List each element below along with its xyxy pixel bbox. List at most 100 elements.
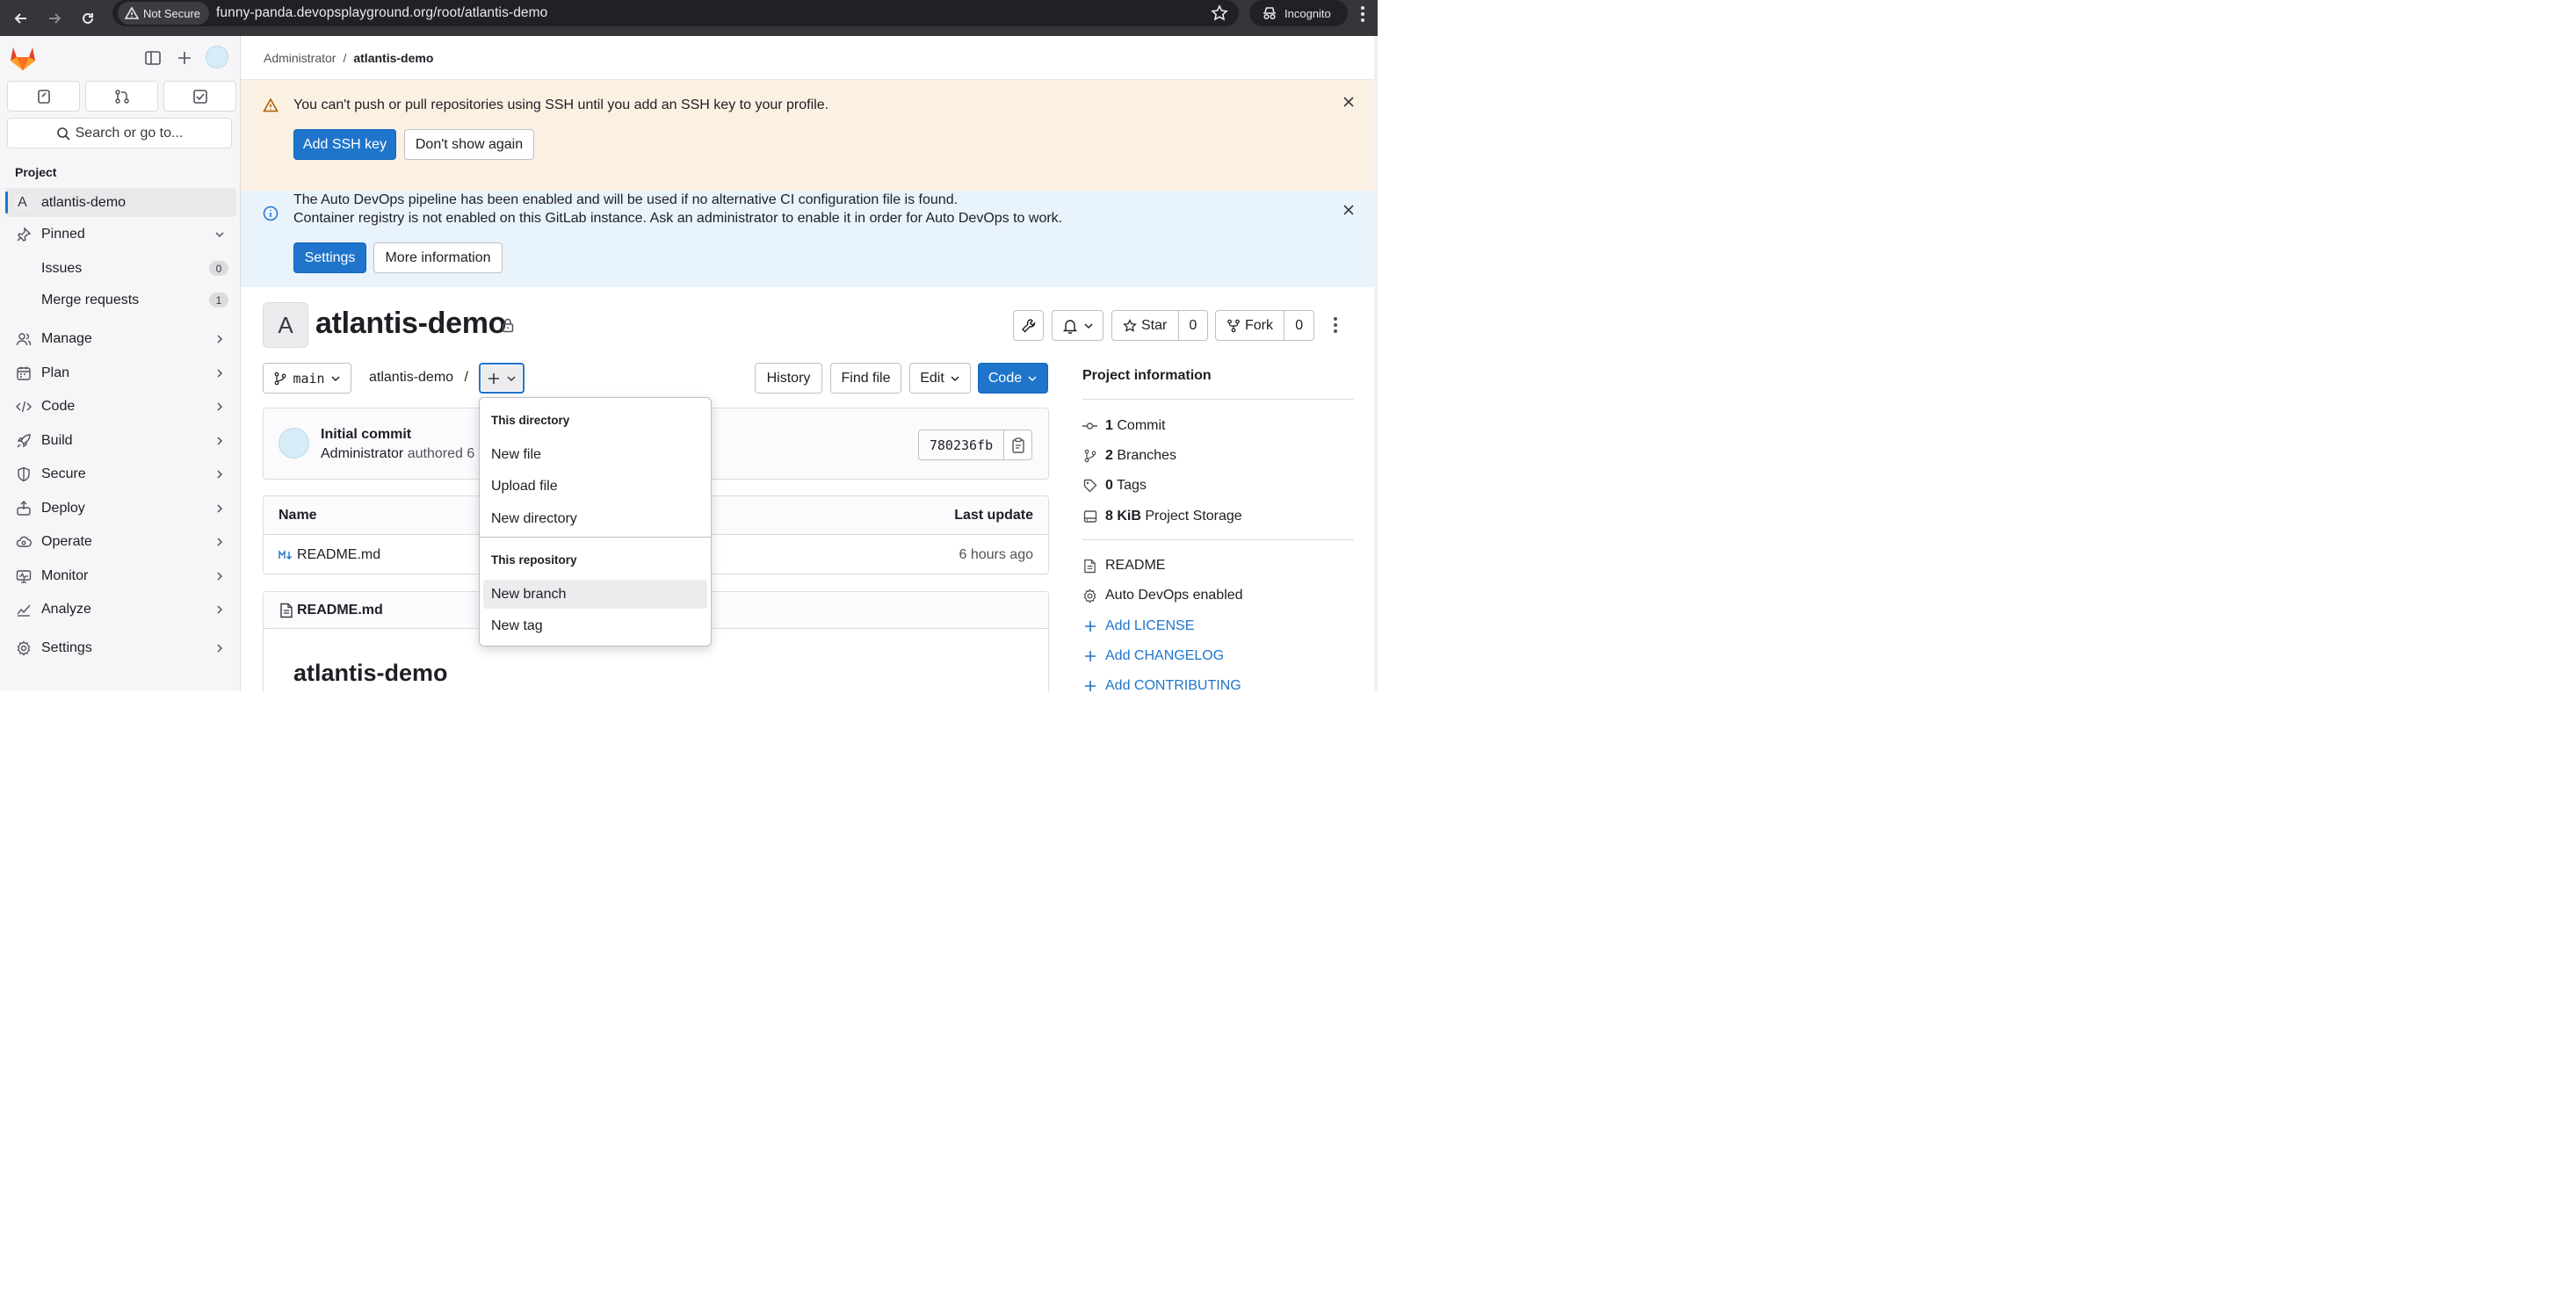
fork-count[interactable]: 0 (1284, 311, 1313, 340)
find-file-button[interactable]: Find file (830, 363, 901, 394)
forward-button[interactable] (40, 4, 69, 33)
auto-devops-alert: The Auto DevOps pipeline has been enable… (241, 191, 1374, 287)
incognito-icon (1263, 7, 1276, 20)
close-icon[interactable] (1342, 204, 1355, 216)
commit-icon (1082, 421, 1097, 431)
tags-link[interactable]: 0 Tags (1082, 478, 1147, 494)
add-license-link[interactable]: Add LICENSE (1082, 618, 1194, 634)
fork-action[interactable]: Fork (1216, 318, 1284, 334)
dropdown-group-title: This directory (491, 414, 570, 427)
code-dropdown-button[interactable]: Code (978, 363, 1048, 394)
file-last-update: 6 hours ago (959, 547, 1033, 562)
branches-link[interactable]: 2 Branches (1082, 448, 1176, 464)
issues-icon (37, 89, 50, 104)
sidebar-item-issues[interactable]: Issues 0 (5, 254, 236, 283)
dont-show-again-button[interactable]: Don't show again (404, 129, 534, 160)
sidebar-header (0, 36, 240, 80)
bell-icon (1062, 319, 1077, 334)
chevron-right-icon (213, 536, 226, 548)
back-button[interactable] (7, 4, 35, 33)
repo-path: atlantis-demo / (369, 370, 468, 386)
sidebar-toggle-icon[interactable] (144, 49, 162, 67)
commit-authored-text: authored 6 (407, 446, 475, 461)
chevron-down-icon (1028, 375, 1037, 381)
star-action[interactable]: Star (1112, 318, 1178, 334)
sidebar-item-manage[interactable]: Manage (5, 324, 236, 353)
sidebar-item-settings[interactable]: Settings (5, 633, 236, 662)
sidebar-item-label: Deploy (41, 500, 85, 516)
admin-wrench-button[interactable] (1013, 310, 1044, 341)
bookmark-star-icon[interactable] (1211, 4, 1228, 22)
repo-path-separator: / (464, 370, 468, 385)
monitor-icon (16, 568, 32, 584)
add-ssh-key-button[interactable]: Add SSH key (293, 129, 396, 160)
add-contributing-link[interactable]: Add CONTRIBUTING (1082, 678, 1241, 691)
project-avatar: A (263, 302, 308, 348)
breadcrumb-parent-link[interactable]: Administrator (264, 51, 336, 65)
sidebar-item-build[interactable]: Build (5, 426, 236, 455)
upload-file-menu-item[interactable]: Upload file (483, 472, 707, 501)
new-directory-menu-item[interactable]: New directory (483, 504, 707, 533)
gitlab-logo-icon[interactable] (9, 45, 37, 71)
merge-requests-button[interactable] (85, 81, 158, 112)
tags-label: Tags (1117, 478, 1147, 493)
commit-title-link[interactable]: Initial commit (321, 427, 411, 443)
new-file-menu-item[interactable]: New file (483, 440, 707, 469)
search-button[interactable]: Search or go to... (7, 118, 232, 148)
auto-devops-link[interactable]: Auto DevOps enabled (1082, 588, 1243, 603)
todos-button[interactable] (163, 81, 236, 112)
reload-button[interactable] (74, 4, 102, 33)
close-icon[interactable] (1342, 96, 1355, 108)
create-new-icon[interactable] (176, 49, 193, 67)
new-branch-menu-item[interactable]: New branch (483, 580, 707, 609)
edit-dropdown-button[interactable]: Edit (909, 363, 971, 394)
sidebar-item-code[interactable]: Code (5, 392, 236, 421)
copy-sha-button[interactable] (1003, 430, 1031, 459)
user-avatar[interactable] (206, 46, 228, 69)
sidebar-item-analyze[interactable]: Analyze (5, 595, 236, 624)
address-bar[interactable]: Not Secure funny-panda.devopsplayground.… (112, 0, 1239, 26)
sidebar-item-deploy[interactable]: Deploy (5, 494, 236, 523)
reload-icon (83, 12, 93, 24)
security-indicator[interactable]: Not Secure (118, 2, 210, 25)
storage-link[interactable]: 8 KiB Project Storage (1082, 509, 1242, 524)
sidebar-item-pinned[interactable]: Pinned (5, 220, 236, 249)
commits-link[interactable]: 1 Commit (1082, 418, 1165, 434)
more-actions-icon[interactable] (1328, 315, 1342, 335)
incognito-badge[interactable]: Incognito (1249, 0, 1348, 26)
commit-sha-link[interactable]: 780236fb (919, 430, 1003, 459)
users-icon (16, 331, 32, 347)
sidebar-project-name: atlantis-demo (41, 194, 127, 210)
sidebar-project-item[interactable]: A atlantis-demo (5, 188, 236, 217)
repo-path-root-link[interactable]: atlantis-demo (369, 370, 453, 385)
file-icon (1082, 559, 1097, 574)
sidebar-item-plan[interactable]: Plan (5, 358, 236, 387)
star-count[interactable]: 0 (1177, 311, 1207, 340)
sidebar-item-merge-requests[interactable]: Merge requests 1 (5, 285, 236, 314)
new-tag-menu-item[interactable]: New tag (483, 611, 707, 640)
branch-selector[interactable]: main (263, 363, 351, 394)
scrollbar[interactable] (1374, 36, 1378, 691)
readme-filename-link[interactable]: README.md (297, 603, 383, 618)
star-button[interactable]: Star 0 (1111, 310, 1208, 341)
file-name-link[interactable]: README.md (297, 547, 380, 563)
branch-icon (275, 372, 286, 385)
add-to-tree-dropdown-button[interactable] (479, 363, 525, 394)
more-information-button[interactable]: More information (373, 242, 503, 273)
sidebar-item-monitor[interactable]: Monitor (5, 561, 236, 590)
history-button[interactable]: History (755, 363, 822, 394)
browser-menu-icon[interactable] (1360, 5, 1365, 23)
notification-settings-button[interactable] (1052, 310, 1103, 341)
last-update-column-header: Last update (954, 508, 1033, 523)
add-changelog-link[interactable]: Add CHANGELOG (1082, 648, 1224, 664)
assigned-issues-button[interactable] (7, 81, 80, 112)
sidebar-item-operate[interactable]: Operate (5, 527, 236, 556)
fork-button[interactable]: Fork 0 (1215, 310, 1314, 341)
breadcrumb-current-link[interactable]: atlantis-demo (353, 51, 433, 65)
sidebar-item-secure[interactable]: Secure (5, 459, 236, 488)
settings-button[interactable]: Settings (293, 242, 366, 273)
commit-author-avatar[interactable] (279, 428, 309, 459)
readme-link[interactable]: README (1082, 558, 1165, 574)
plus-icon (1082, 680, 1097, 691)
commit-author-link[interactable]: Administrator (321, 446, 403, 461)
